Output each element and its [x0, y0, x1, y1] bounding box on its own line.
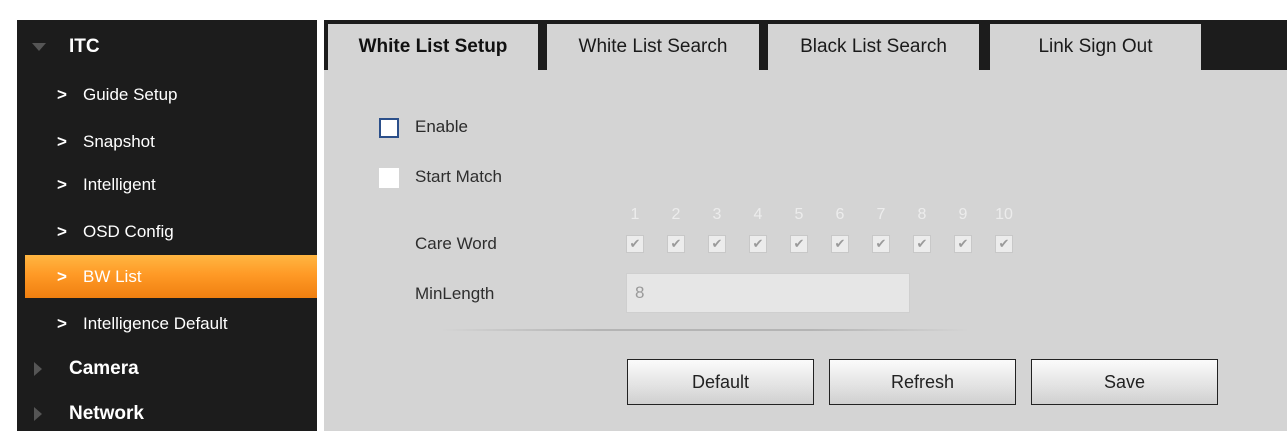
triangle-down-icon — [32, 43, 46, 51]
sidebar-item-guide-setup[interactable]: > Guide Setup — [17, 72, 317, 118]
sidebar-group-label: Camera — [69, 358, 139, 379]
triangle-right-icon — [34, 362, 42, 376]
chevron-right-icon: > — [57, 132, 67, 151]
care-word-number: 4 — [753, 206, 763, 223]
care-word-checkbox[interactable]: ✔ — [872, 235, 890, 253]
care-word-number: 8 — [917, 206, 927, 223]
default-button[interactable]: Default — [627, 359, 814, 405]
care-word-checkbox[interactable]: ✔ — [749, 235, 767, 253]
tab-link-sign-out[interactable]: Link Sign Out — [990, 24, 1201, 70]
care-word-checkbox[interactable]: ✔ — [913, 235, 931, 253]
save-button[interactable]: Save — [1031, 359, 1218, 405]
chevron-right-icon: > — [57, 266, 67, 286]
sidebar-item-label: Intelligence Default — [83, 314, 228, 333]
care-word-checkbox[interactable]: ✔ — [995, 235, 1013, 253]
sidebar-group-label: ITC — [69, 36, 100, 57]
sidebar-group-camera[interactable]: Camera — [17, 346, 317, 392]
care-word-checkbox[interactable]: ✔ — [667, 235, 685, 253]
care-word-checkbox[interactable]: ✔ — [790, 235, 808, 253]
sidebar-item-snapshot[interactable]: > Snapshot — [17, 119, 317, 165]
min-length-input[interactable]: 8 — [626, 273, 910, 313]
sidebar-item-label: Intelligent — [83, 175, 156, 194]
sidebar-item-label: OSD Config — [83, 222, 174, 241]
care-word-checkbox[interactable]: ✔ — [626, 235, 644, 253]
care-word-number: 7 — [876, 206, 886, 223]
sidebar-item-label: BW List — [83, 266, 142, 286]
sidebar-group-label: Network — [69, 403, 144, 424]
enable-label: Enable — [415, 117, 468, 136]
care-word-number: 5 — [794, 206, 804, 223]
sidebar-item-bw-list[interactable]: > BW List — [25, 255, 317, 298]
sidebar-group-itc[interactable]: ITC — [17, 24, 317, 70]
care-word-number: 10 — [995, 206, 1013, 223]
tab-white-list-search[interactable]: White List Search — [547, 24, 759, 70]
care-word-checkbox[interactable]: ✔ — [831, 235, 849, 253]
care-word-checkbox[interactable]: ✔ — [954, 235, 972, 253]
enable-checkbox[interactable] — [379, 118, 399, 138]
sidebar-item-intelligent[interactable]: > Intelligent — [17, 162, 317, 208]
sidebar-item-label: Snapshot — [83, 132, 155, 151]
start-match-checkbox[interactable] — [379, 168, 399, 188]
min-length-label: MinLength — [415, 284, 495, 303]
start-match-label: Start Match — [415, 167, 502, 186]
tab-white-list-setup[interactable]: White List Setup — [328, 24, 538, 70]
care-word-number: 9 — [958, 206, 968, 223]
care-word-number: 1 — [630, 206, 640, 223]
sidebar-item-osd-config[interactable]: > OSD Config — [17, 209, 317, 255]
chevron-right-icon: > — [57, 175, 67, 194]
care-word-label: Care Word — [415, 234, 497, 253]
chevron-right-icon: > — [57, 222, 67, 241]
sidebar-group-network[interactable]: Network — [17, 391, 317, 431]
care-word-number: 6 — [835, 206, 845, 223]
care-word-number: 2 — [671, 206, 681, 223]
triangle-right-icon — [34, 407, 42, 421]
chevron-right-icon: > — [57, 85, 67, 104]
refresh-button[interactable]: Refresh — [829, 359, 1016, 405]
sidebar-item-label: Guide Setup — [83, 85, 178, 104]
care-word-number: 3 — [712, 206, 722, 223]
sidebar-item-intelligence-default[interactable]: > Intelligence Default — [17, 301, 317, 347]
sidebar: ITC > Guide Setup > Snapshot > Intellige… — [17, 20, 317, 431]
care-word-checkbox[interactable]: ✔ — [708, 235, 726, 253]
chevron-right-icon: > — [57, 314, 67, 333]
divider — [440, 329, 970, 331]
tab-black-list-search[interactable]: Black List Search — [768, 24, 979, 70]
